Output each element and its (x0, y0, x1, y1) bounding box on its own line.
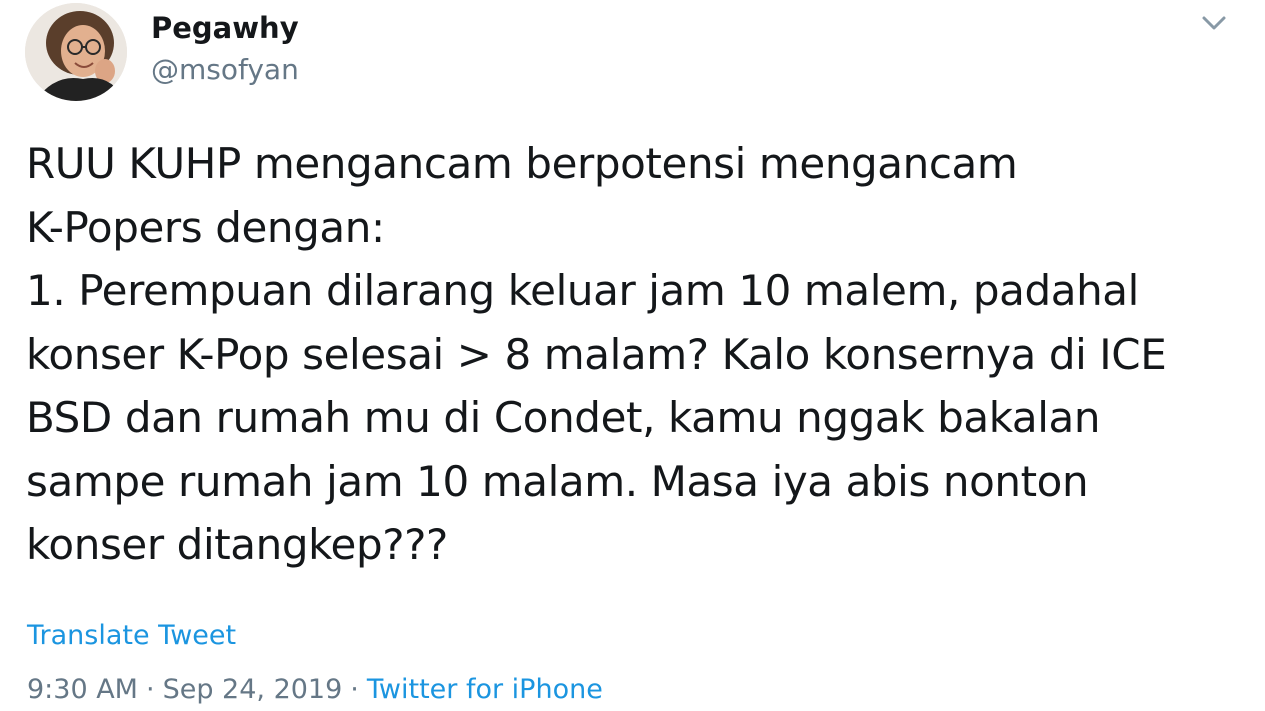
translate-tweet-link[interactable]: Translate Tweet (27, 618, 236, 654)
separator: · (350, 674, 359, 705)
author-name[interactable]: Pegawhy (151, 10, 299, 46)
tweet-metadata: 9:30 AM · Sep 24, 2019 · Twitter for iPhone (27, 672, 603, 708)
tweet-card: Pegawhy @msofyan RUU KUHP mengancam berp… (0, 0, 1265, 711)
profile-photo (25, 3, 127, 101)
tweet-date[interactable]: Sep 24, 2019 (163, 674, 343, 705)
tweet-time[interactable]: 9:30 AM (27, 674, 138, 705)
tweet-text: RUU KUHP mengancam berpotensi mengancam … (26, 139, 1167, 569)
avatar[interactable] (25, 3, 127, 101)
separator: · (145, 674, 155, 705)
author-handle[interactable]: @msofyan (151, 52, 299, 88)
tweet-menu-button[interactable] (1198, 10, 1230, 38)
chevron-down-icon (1202, 16, 1226, 30)
tweet-source-link[interactable]: Twitter for iPhone (367, 674, 603, 705)
